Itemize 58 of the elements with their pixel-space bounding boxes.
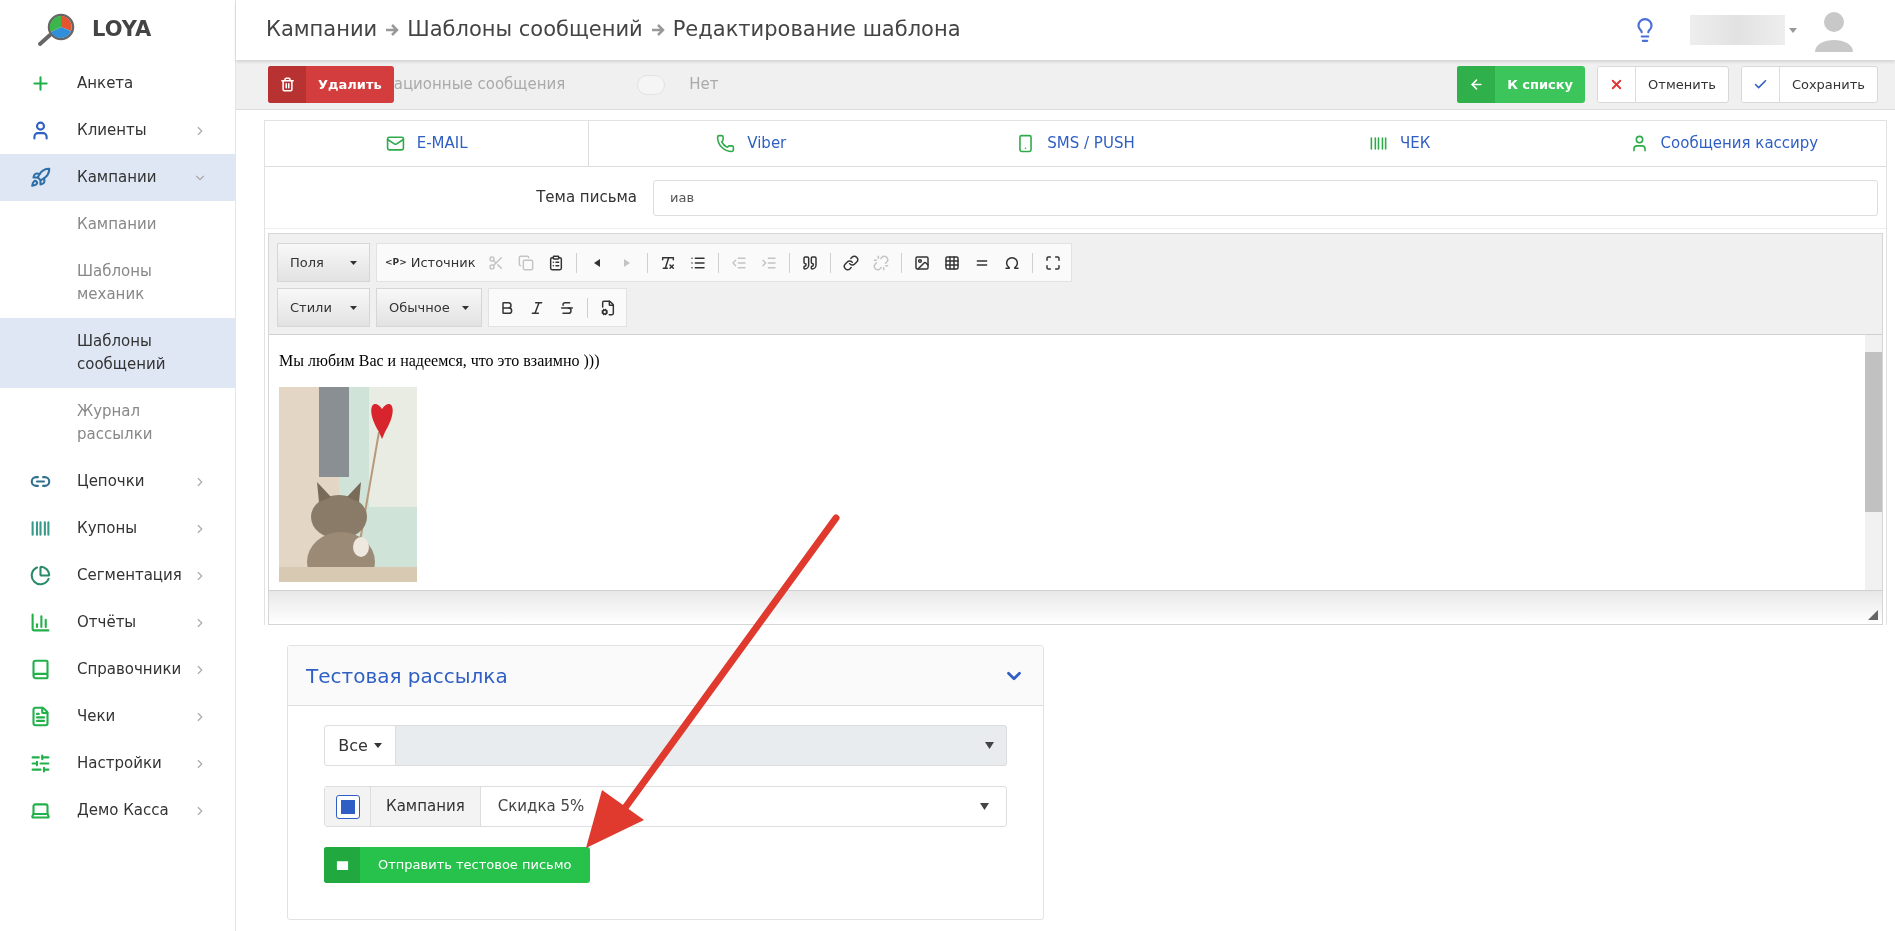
toggle-label: Нет [689, 74, 719, 96]
phone-icon [716, 134, 736, 153]
user-icon [30, 120, 51, 141]
resize-handle-icon[interactable] [1868, 610, 1878, 620]
panel-title: Тестовая рассылка [306, 662, 509, 690]
caret-icon [373, 743, 382, 748]
sidebar-item[interactable]: Кампании [0, 154, 235, 201]
trash-icon [279, 77, 295, 92]
bar-chart-icon [30, 612, 51, 633]
save-button[interactable]: Сохранить [1740, 66, 1878, 103]
plus-icon [30, 73, 51, 94]
submenu-item[interactable]: Журнал рассылки [0, 388, 236, 458]
sidebar-item[interactable]: Демо Касса [0, 787, 235, 834]
barcode-icon [30, 518, 51, 539]
caret-icon [350, 305, 357, 310]
delete-button[interactable]: Удалить [268, 66, 394, 103]
sidebar-item[interactable]: Чеки [0, 693, 235, 740]
sidebar-item[interactable]: Анкета [0, 60, 235, 107]
sidebar-item[interactable]: Справочники [0, 646, 235, 693]
source-icon: <P> [385, 255, 407, 270]
cancel-button[interactable]: Отменить [1597, 66, 1729, 103]
caret-icon [350, 260, 357, 265]
format-dropdown[interactable]: Поля [277, 243, 370, 282]
editor-text: Мы любим Вас и надеемся, что это взаимно ))) [279, 351, 601, 372]
submenu-item[interactable]: Кампании [0, 201, 236, 248]
scrollbar[interactable] [1865, 335, 1882, 590]
format-dropdown[interactable]: Стили [277, 288, 370, 327]
sidebar-item[interactable]: Сегментация [0, 552, 235, 599]
laptop-icon [30, 800, 51, 821]
sidebar-item[interactable]: Клиенты [0, 107, 235, 154]
caret-icon [461, 305, 469, 310]
field-label: ационные сообщения [393, 74, 566, 96]
breadcrumb-link[interactable]: Кампании [266, 14, 378, 46]
subject-field[interactable]: иав [653, 179, 1878, 216]
rocket-icon [30, 167, 51, 188]
field-label: Тема письма [535, 187, 638, 209]
logo-icon [36, 13, 76, 47]
pie-chart-icon [30, 565, 51, 586]
sidebar-item[interactable]: Настройки [0, 740, 235, 787]
sidebar-item[interactable]: Отчёты [0, 599, 235, 646]
filter-dropdown[interactable]: Все [324, 725, 396, 766]
source-button[interactable]: <P> Источник [381, 248, 480, 277]
book-icon [30, 659, 51, 680]
document-icon [30, 706, 51, 727]
format-dropdown[interactable]: Обычное [376, 288, 482, 327]
sidebar-item[interactable]: Купоны [0, 505, 235, 552]
submenu-item[interactable]: Шаблоны механик [0, 248, 236, 318]
submenu-item[interactable]: Шаблоны сообщений [0, 318, 236, 388]
arrow-right-icon [650, 23, 665, 37]
barcode-icon [1369, 134, 1388, 153]
breadcrumb-link[interactable]: Редактирование шаблона [672, 14, 961, 46]
breadcrumb-link[interactable]: Шаблоны сообщений [407, 14, 643, 46]
caret-icon [985, 742, 994, 749]
caret-icon [1789, 27, 1797, 33]
sidebar-item[interactable]: Цепочки [0, 458, 235, 505]
arrow-right-icon [385, 23, 400, 37]
sliders-icon [30, 753, 51, 774]
brand-name: LOYA [92, 16, 152, 44]
